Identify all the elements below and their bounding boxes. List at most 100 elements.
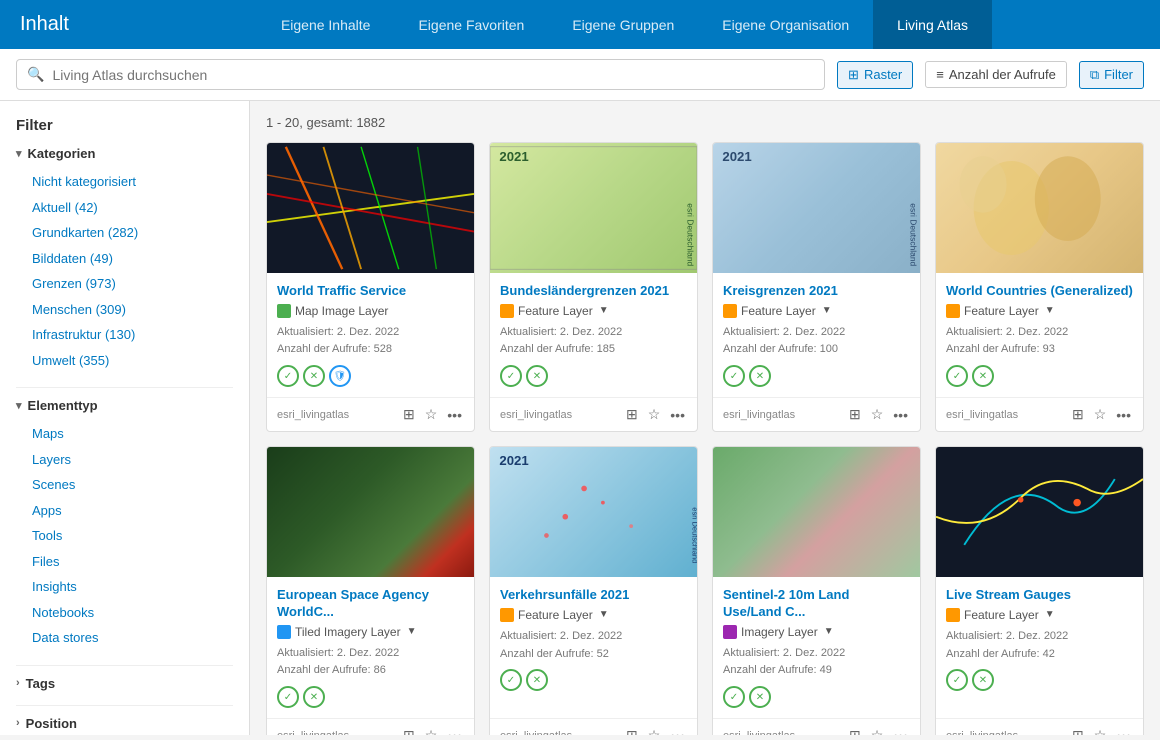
type-dropdown-world-countries[interactable]: ▼ xyxy=(1045,305,1055,316)
card-favorite-button-verkehrsunfaelle[interactable]: ☆ xyxy=(646,725,663,735)
card-type-live-stream: Feature Layer ▼ xyxy=(946,608,1133,622)
filter-insights[interactable]: Insights xyxy=(16,574,233,600)
filter-data-stores[interactable]: Data stores xyxy=(16,625,233,651)
card-more-button-live-stream[interactable]: ••• xyxy=(1114,726,1133,735)
svg-text:2021: 2021 xyxy=(722,149,751,164)
filter-scenes[interactable]: Scenes xyxy=(16,472,233,498)
card-add-button-world-traffic[interactable]: ⊞ xyxy=(401,404,417,425)
position-label: Position xyxy=(26,716,77,731)
card-add-button-verkehrsunfaelle[interactable]: ⊞ xyxy=(624,725,640,735)
filter-layers[interactable]: Layers xyxy=(16,447,233,473)
card-favorite-button-kreisgrenzen[interactable]: ☆ xyxy=(869,404,886,425)
filter-section-position: › Position xyxy=(16,716,233,731)
card-kreisgrenzen: 2021 esri Deutschland Kreisgrenzen 2021 … xyxy=(712,142,921,432)
filter-tools[interactable]: Tools xyxy=(16,523,233,549)
card-footer-world-countries: esri_livingatlas ⊞ ☆ ••• xyxy=(936,397,1143,431)
card-favorite-button-world-traffic[interactable]: ☆ xyxy=(423,404,440,425)
card-more-button-sentinel[interactable]: ••• xyxy=(891,726,910,735)
card-more-button-world-traffic[interactable]: ••• xyxy=(445,405,464,425)
filter-icon: ⧉ xyxy=(1090,67,1099,83)
card-title-esa-worldc[interactable]: European Space Agency WorldC... xyxy=(277,587,464,621)
type-label-sentinel: Imagery Layer xyxy=(741,625,818,639)
type-dropdown-live-stream[interactable]: ▼ xyxy=(1045,609,1055,620)
card-title-world-traffic[interactable]: World Traffic Service xyxy=(277,283,464,300)
filter-aktuell[interactable]: Aktuell (42) xyxy=(16,195,233,221)
nav-living-atlas[interactable]: Living Atlas xyxy=(873,0,992,49)
card-actions-bundeslaender: ⊞ ☆ ••• xyxy=(624,404,687,425)
nav-eigene-favoriten[interactable]: Eigene Favoriten xyxy=(394,0,548,49)
type-dropdown-bundeslaender[interactable]: ▼ xyxy=(599,305,609,316)
filter-files[interactable]: Files xyxy=(16,549,233,575)
card-thumb-kreisgrenzen: 2021 esri Deutschland xyxy=(713,143,920,273)
card-actions-live-stream: ⊞ ☆ ••• xyxy=(1070,725,1133,735)
card-favorite-button-world-countries[interactable]: ☆ xyxy=(1092,404,1109,425)
card-more-button-verkehrsunfaelle[interactable]: ••• xyxy=(668,726,687,735)
tags-header[interactable]: › Tags xyxy=(16,676,233,691)
type-dropdown-sentinel[interactable]: ▼ xyxy=(824,626,834,637)
card-favorite-button-esa-worldc[interactable]: ☆ xyxy=(423,725,440,735)
card-updated-kreisgrenzen: Aktualisiert: 2. Dez. 2022 xyxy=(723,324,910,342)
type-dropdown-esa-worldc[interactable]: ▼ xyxy=(407,626,417,637)
card-add-button-esa-worldc[interactable]: ⊞ xyxy=(401,725,417,735)
card-add-button-world-countries[interactable]: ⊞ xyxy=(1070,404,1086,425)
card-type-esa-worldc: Tiled Imagery Layer ▼ xyxy=(277,625,464,639)
filter-menschen[interactable]: Menschen (309) xyxy=(16,297,233,323)
filter-umwelt[interactable]: Umwelt (355) xyxy=(16,348,233,374)
card-meta-live-stream: Aktualisiert: 2. Dez. 2022 Anzahl der Au… xyxy=(946,628,1133,663)
card-title-kreisgrenzen[interactable]: Kreisgrenzen 2021 xyxy=(723,283,910,300)
type-icon-kreisgrenzen xyxy=(723,304,737,318)
filter-grundkarten[interactable]: Grundkarten (282) xyxy=(16,220,233,246)
anzahl-view-button[interactable]: ≡ Anzahl der Aufrufe xyxy=(925,61,1067,88)
filter-infrastruktur[interactable]: Infrastruktur (130) xyxy=(16,322,233,348)
card-footer-bundeslaender: esri_livingatlas ⊞ ☆ ••• xyxy=(490,397,697,431)
card-add-button-sentinel[interactable]: ⊞ xyxy=(847,725,863,735)
divider xyxy=(16,387,233,388)
type-icon-world-countries xyxy=(946,304,960,318)
card-title-world-countries[interactable]: World Countries (Generalized) xyxy=(946,283,1133,300)
filter-maps[interactable]: Maps xyxy=(16,421,233,447)
sidebar: Filter ▾ Kategorien Nicht kategorisiert … xyxy=(0,101,250,735)
card-add-button-kreisgrenzen[interactable]: ⊞ xyxy=(847,404,863,425)
nav-eigene-inhalte[interactable]: Eigene Inhalte xyxy=(257,0,395,49)
card-type-world-countries: Feature Layer ▼ xyxy=(946,304,1133,318)
filter-button[interactable]: ⧉ Filter xyxy=(1079,61,1144,89)
position-header[interactable]: › Position xyxy=(16,716,233,731)
card-title-live-stream[interactable]: Live Stream Gauges xyxy=(946,587,1133,604)
card-more-button-kreisgrenzen[interactable]: ••• xyxy=(891,405,910,425)
card-badges-kreisgrenzen: ✓✕ xyxy=(723,365,910,387)
card-add-button-bundeslaender[interactable]: ⊞ xyxy=(624,404,640,425)
badge-check-1-0: ✓ xyxy=(500,365,522,387)
card-title-sentinel[interactable]: Sentinel-2 10m Land Use/Land C... xyxy=(723,587,910,621)
card-more-button-bundeslaender[interactable]: ••• xyxy=(668,405,687,425)
filter-grenzen[interactable]: Grenzen (973) xyxy=(16,271,233,297)
kategorien-header[interactable]: ▾ Kategorien xyxy=(16,146,233,161)
card-body-bundeslaender: Bundesländergrenzen 2021 Feature Layer ▼… xyxy=(490,273,697,397)
card-actions-world-traffic: ⊞ ☆ ••• xyxy=(401,404,464,425)
search-input-wrap: 🔍 xyxy=(16,59,825,90)
type-dropdown-kreisgrenzen[interactable]: ▼ xyxy=(822,305,832,316)
filter-apps[interactable]: Apps xyxy=(16,498,233,524)
card-badges-bundeslaender: ✓✕ xyxy=(500,365,687,387)
card-favorite-button-sentinel[interactable]: ☆ xyxy=(869,725,886,735)
nav-eigene-gruppen[interactable]: Eigene Gruppen xyxy=(548,0,698,49)
card-body-kreisgrenzen: Kreisgrenzen 2021 Feature Layer ▼ Aktual… xyxy=(713,273,920,397)
card-actions-sentinel: ⊞ ☆ ••• xyxy=(847,725,910,735)
elementtyp-header[interactable]: ▾ Elementtyp xyxy=(16,398,233,413)
card-add-button-live-stream[interactable]: ⊞ xyxy=(1070,725,1086,735)
search-input[interactable] xyxy=(52,67,814,83)
card-favorite-button-live-stream[interactable]: ☆ xyxy=(1092,725,1109,735)
filter-notebooks[interactable]: Notebooks xyxy=(16,600,233,626)
card-more-button-world-countries[interactable]: ••• xyxy=(1114,405,1133,425)
card-more-button-esa-worldc[interactable]: ••• xyxy=(445,726,464,735)
raster-view-button[interactable]: ⊞ Raster xyxy=(837,61,913,89)
filter-bilddaten[interactable]: Bilddaten (49) xyxy=(16,246,233,272)
card-type-verkehrsunfaelle: Feature Layer ▼ xyxy=(500,608,687,622)
nav-eigene-organisation[interactable]: Eigene Organisation xyxy=(698,0,873,49)
card-title-verkehrsunfaelle[interactable]: Verkehrsunfälle 2021 xyxy=(500,587,687,604)
type-icon-verkehrsunfaelle xyxy=(500,608,514,622)
card-thumb-live-stream xyxy=(936,447,1143,577)
card-favorite-button-bundeslaender[interactable]: ☆ xyxy=(646,404,663,425)
filter-nicht-kategorisiert[interactable]: Nicht kategorisiert xyxy=(16,169,233,195)
card-title-bundeslaender[interactable]: Bundesländergrenzen 2021 xyxy=(500,283,687,300)
type-dropdown-verkehrsunfaelle[interactable]: ▼ xyxy=(599,609,609,620)
